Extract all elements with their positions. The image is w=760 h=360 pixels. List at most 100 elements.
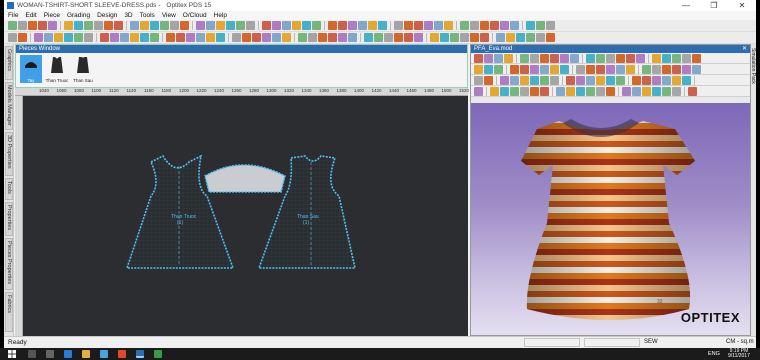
toolbar-tool-icon[interactable] [586, 64, 595, 74]
toolbar-tool-icon[interactable] [252, 33, 261, 42]
minimize-button[interactable]: — [672, 0, 700, 11]
toolbar-tool-icon[interactable] [318, 33, 327, 42]
viewer-close-icon[interactable]: ✕ [742, 45, 747, 53]
toolbar-tool-icon[interactable] [404, 21, 413, 30]
toolbar-tool-icon[interactable] [38, 21, 47, 30]
toolbar-tool-icon[interactable] [94, 21, 103, 30]
toolbar-tool-icon[interactable] [262, 33, 271, 42]
toolbar-tool-icon[interactable] [506, 33, 515, 42]
toolbar-tool-icon[interactable] [18, 21, 27, 30]
toolbar-tool-icon[interactable] [338, 21, 347, 30]
toolbar-tool-icon[interactable] [500, 75, 509, 85]
app-icon-green[interactable] [154, 350, 162, 358]
toolbar-tool-icon[interactable] [520, 53, 529, 63]
toolbar-tool-icon[interactable] [546, 21, 555, 30]
toolbar-tool-icon[interactable] [160, 21, 169, 30]
toolbar-tool-icon[interactable] [176, 33, 185, 42]
toolbar-tool-icon[interactable] [682, 64, 691, 74]
toolbar-tool-icon[interactable] [484, 75, 493, 85]
toolbar-tool-icon[interactable] [470, 21, 479, 30]
toolbar-tool-icon[interactable] [632, 86, 641, 96]
toolbar-tool-icon[interactable] [652, 64, 661, 74]
piece-thumb-than-sau[interactable]: Than Sau [72, 55, 94, 83]
toolbar-tool-icon[interactable] [232, 33, 241, 42]
toolbar-tool-icon[interactable] [474, 86, 483, 96]
toolbar-tool-icon[interactable] [180, 21, 189, 30]
toolbar-tool-icon[interactable] [672, 86, 681, 96]
toolbar-tool-icon[interactable] [530, 86, 539, 96]
toolbar-tool-icon[interactable] [688, 86, 697, 96]
toolbar-tool-icon[interactable] [586, 75, 595, 85]
toolbar-tool-icon[interactable] [540, 64, 549, 74]
toolbar-tool-icon[interactable] [540, 86, 549, 96]
toolbar-tool-icon[interactable] [236, 21, 245, 30]
toolbar-tool-icon[interactable] [550, 75, 559, 85]
toolbar-tool-icon[interactable] [540, 75, 549, 85]
toolbar-tool-icon[interactable] [556, 86, 565, 96]
toolbar-tool-icon[interactable] [642, 86, 651, 96]
dock-tab-models-manager[interactable]: Models Manager [5, 82, 13, 130]
toolbar-tool-icon[interactable] [328, 21, 337, 30]
toolbar-tool-icon[interactable] [672, 64, 681, 74]
toolbar-tool-icon[interactable] [140, 21, 149, 30]
toolbar-tool-icon[interactable] [626, 64, 635, 74]
toolbar-tool-icon[interactable] [546, 33, 555, 42]
toolbar-tool-icon[interactable] [560, 53, 569, 63]
toolbar-tool-icon[interactable] [474, 75, 483, 85]
toolbar-tool-icon[interactable] [632, 75, 641, 85]
toolbar-tool-icon[interactable] [394, 33, 403, 42]
windows-start-icon[interactable] [8, 350, 16, 358]
toolbar-tool-icon[interactable] [450, 33, 459, 42]
toolbar-tool-icon[interactable] [216, 21, 225, 30]
toolbar-tool-icon[interactable] [500, 21, 509, 30]
toolbar-tool-icon[interactable] [166, 33, 175, 42]
toolbar-tool-icon[interactable] [140, 33, 149, 42]
toolbar-tool-icon[interactable] [652, 53, 661, 63]
toolbar-tool-icon[interactable] [404, 33, 413, 42]
edge-browser-icon[interactable] [64, 350, 72, 358]
toolbar-tool-icon[interactable] [484, 64, 493, 74]
toolbar-tool-icon[interactable] [520, 75, 529, 85]
toolbar-tool-icon[interactable] [516, 33, 525, 42]
toolbar-tool-icon[interactable] [348, 21, 357, 30]
toolbar-tool-icon[interactable] [606, 64, 615, 74]
toolbar-tool-icon[interactable] [530, 53, 539, 63]
toolbar-tool-icon[interactable] [510, 86, 519, 96]
dock-tab-tools[interactable]: Tools [5, 178, 13, 200]
toolbar-tool-icon[interactable] [374, 33, 383, 42]
toolbar-tool-icon[interactable] [652, 75, 661, 85]
menu-ocloud[interactable]: O/Cloud [183, 12, 207, 19]
toolbar-tool-icon[interactable] [150, 33, 159, 42]
toolbar-tool-icon[interactable] [682, 53, 691, 63]
toolbar-tool-icon[interactable] [566, 75, 575, 85]
toolbar-tool-icon[interactable] [328, 33, 337, 42]
toolbar-tool-icon[interactable] [596, 53, 605, 63]
toolbar-tool-icon[interactable] [626, 53, 635, 63]
toolbar-tool-icon[interactable] [510, 21, 519, 30]
toolbar-tool-icon[interactable] [74, 33, 83, 42]
toolbar-tool-icon[interactable] [246, 21, 255, 30]
toolbar-tool-icon[interactable] [272, 21, 281, 30]
store-icon[interactable] [100, 350, 108, 358]
toolbar-tool-icon[interactable] [616, 53, 625, 63]
menu-3d[interactable]: 3D [124, 12, 132, 19]
toolbar-tool-icon[interactable] [500, 86, 509, 96]
piece-thumb-than-truoc[interactable]: Than Truoc [46, 55, 68, 83]
menu-view[interactable]: View [162, 12, 176, 19]
toolbar-tool-icon[interactable] [54, 33, 63, 42]
3d-viewport[interactable]: 32 OPTITEX [471, 103, 750, 335]
toolbar-tool-icon[interactable] [570, 53, 579, 63]
toolbar-tool-icon[interactable] [414, 33, 423, 42]
toolbar-tool-icon[interactable] [384, 33, 393, 42]
toolbar-tool-icon[interactable] [530, 64, 539, 74]
toolbar-tool-icon[interactable] [226, 21, 235, 30]
toolbar-tool-icon[interactable] [196, 33, 205, 42]
toolbar-tool-icon[interactable] [242, 33, 251, 42]
toolbar-tool-icon[interactable] [186, 33, 195, 42]
toolbar-tool-icon[interactable] [48, 21, 57, 30]
toolbar-tool-icon[interactable] [110, 33, 119, 42]
toolbar-tool-icon[interactable] [530, 75, 539, 85]
task-view-icon[interactable] [46, 350, 54, 358]
toolbar-tool-icon[interactable] [444, 21, 453, 30]
toolbar-tool-icon[interactable] [596, 86, 605, 96]
